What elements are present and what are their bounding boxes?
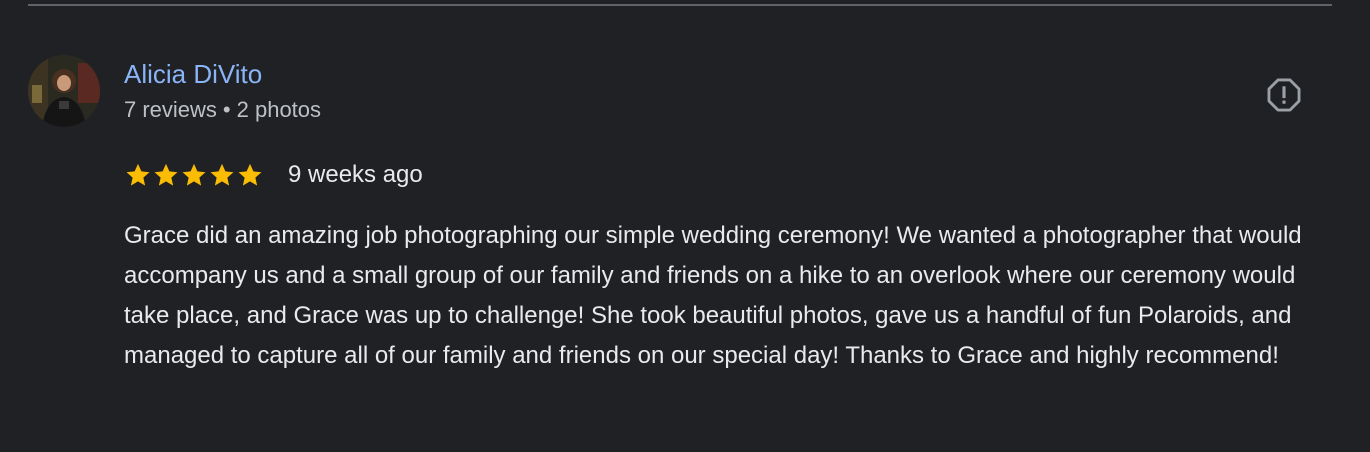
avatar[interactable] [28,55,100,127]
star-icon [154,163,178,186]
report-flag-icon [1267,78,1301,112]
author-name-link[interactable]: Alicia DiVito [124,58,262,90]
review-card: Alicia DiVito 7 reviews • 2 photos 9 weeks… [0,0,1370,452]
report-review-button[interactable] [1262,73,1306,117]
photo-count: 2 photos [236,97,322,122]
review-count: 7 reviews [124,97,217,122]
star-icon [210,163,234,186]
star-rating [124,161,264,189]
star-icon [238,163,262,186]
meta-separator: • [222,97,231,122]
star-icon [126,163,150,186]
rating-row: 9 weeks ago [124,158,423,192]
star-icon [182,163,206,186]
review-text: Grace did an amazing job photographing o… [124,222,1302,369]
divider [28,4,1332,6]
author-meta: 7 reviews • 2 photos [124,96,321,124]
review-date: 9 weeks ago [288,161,423,188]
